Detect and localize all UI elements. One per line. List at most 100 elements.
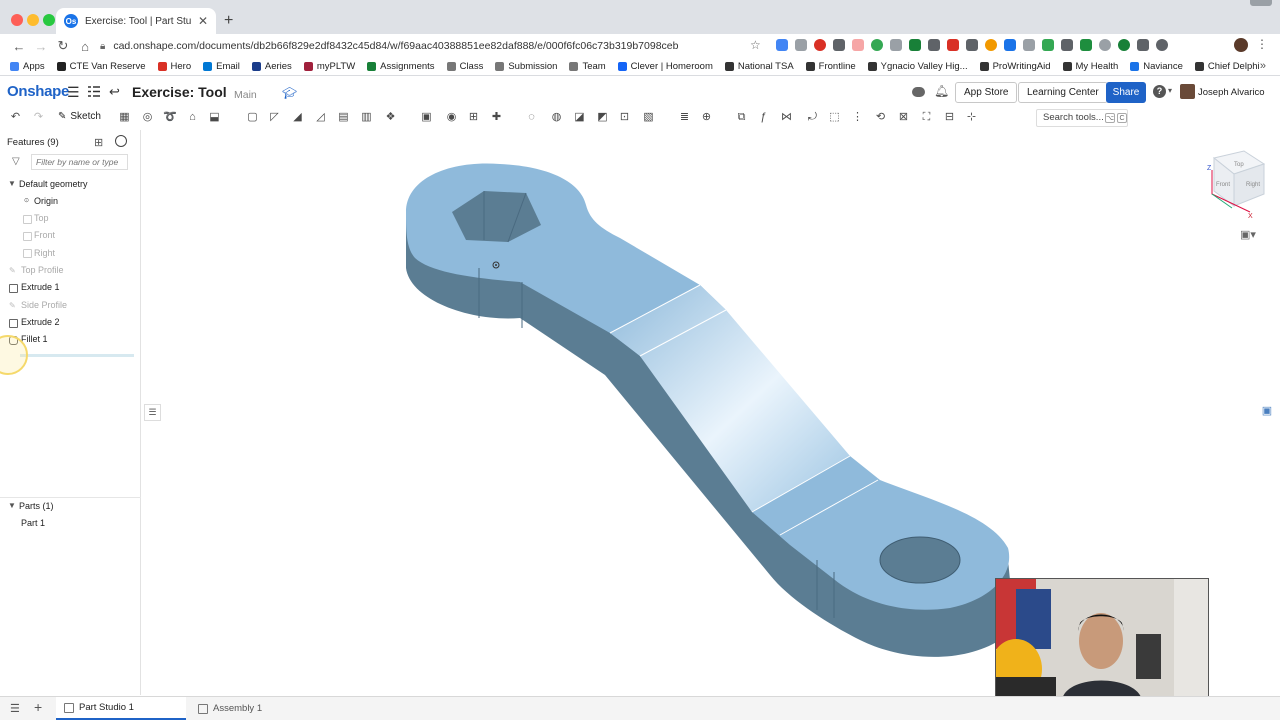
toolbar-tool-icon[interactable]: ◢ bbox=[291, 111, 304, 124]
app-store-button[interactable]: App Store bbox=[955, 82, 1018, 103]
extension-icon[interactable] bbox=[966, 39, 978, 51]
reload-icon[interactable]: ↻ bbox=[52, 38, 74, 54]
toolbar-tool-icon[interactable]: ◉ bbox=[445, 111, 458, 124]
extension-icon[interactable] bbox=[776, 39, 788, 51]
extension-icon[interactable] bbox=[909, 39, 921, 51]
bookmark-item[interactable]: National TSA bbox=[724, 61, 794, 72]
document-menu-icon[interactable]: ☰ bbox=[67, 84, 80, 101]
toolbar-tool-icon[interactable]: ⌂ bbox=[186, 111, 199, 124]
bookmark-item[interactable]: Apps bbox=[10, 61, 45, 72]
extension-icon[interactable] bbox=[814, 39, 826, 51]
add-folder-icon[interactable]: ⊞ bbox=[94, 136, 103, 149]
toolbar-tool-icon[interactable]: ⋈ bbox=[780, 111, 793, 124]
toolbar-tool-icon[interactable]: ⊕ bbox=[700, 111, 713, 124]
toolbar-tool-icon[interactable]: ◌ bbox=[525, 111, 538, 124]
bookmark-item[interactable]: Frontline bbox=[805, 61, 856, 72]
tab-assembly[interactable]: Assembly 1 bbox=[190, 697, 320, 720]
extension-icon[interactable] bbox=[1080, 39, 1092, 51]
redo-icon[interactable]: ↷ bbox=[32, 111, 45, 124]
bookmark-item[interactable]: Email bbox=[203, 61, 240, 72]
toolbar-tool-icon[interactable]: ◍ bbox=[550, 111, 563, 124]
toolbar-tool-icon[interactable]: ⋮ bbox=[851, 111, 864, 124]
toolbar-tool-icon[interactable]: ✚ bbox=[490, 111, 503, 124]
extension-icon[interactable] bbox=[833, 39, 845, 51]
toolbar-tool-icon[interactable]: ▢ bbox=[246, 111, 259, 124]
toolbar-tool-icon[interactable]: ⊞ bbox=[467, 111, 480, 124]
chevron-down-icon[interactable]: ▼ bbox=[8, 501, 16, 510]
browser-tab[interactable]: Os Exercise: Tool | Part Studio 1 ✕ bbox=[56, 8, 216, 34]
toolbar-tool-icon[interactable]: ⟲ bbox=[874, 111, 887, 124]
tab-list-icon[interactable]: ☰ bbox=[10, 702, 20, 715]
toolbar-tool-icon[interactable]: ◩ bbox=[596, 111, 609, 124]
extension-icon[interactable] bbox=[1156, 39, 1168, 51]
versions-icon[interactable]: ↩ bbox=[109, 84, 120, 100]
document-title[interactable]: Exercise: Tool bbox=[132, 84, 227, 100]
toolbar-tool-icon[interactable]: ⬚ bbox=[828, 111, 841, 124]
bookmark-item[interactable]: Naviance bbox=[1130, 61, 1183, 72]
part-item[interactable]: Part 1 bbox=[21, 518, 45, 528]
tasks-icon[interactable] bbox=[87, 85, 101, 98]
toolbar-tool-icon[interactable]: ⊡ bbox=[618, 111, 631, 124]
toolbar-tool-icon[interactable]: ❖ bbox=[384, 111, 397, 124]
toolbar-tool-icon[interactable]: ◎ bbox=[141, 111, 154, 124]
extension-icon[interactable] bbox=[1099, 39, 1111, 51]
extension-icon[interactable] bbox=[985, 39, 997, 51]
history-icon[interactable] bbox=[115, 135, 127, 147]
extension-icon[interactable] bbox=[1042, 39, 1054, 51]
toolbar-tool-icon[interactable]: ▤ bbox=[337, 111, 350, 124]
address-bar[interactable]: 🔒︎ cad.onshape.com/documents/db2b66f829e… bbox=[100, 36, 770, 56]
tab-part-studio[interactable]: Part Studio 1 bbox=[56, 697, 186, 720]
view-mode-icon[interactable]: ▣▾ bbox=[1240, 228, 1256, 241]
toolbar-tool-icon[interactable]: ≣ bbox=[678, 111, 691, 124]
bookmark-item[interactable]: Aeries bbox=[251, 61, 292, 72]
help-icon[interactable]: ? bbox=[1153, 85, 1166, 98]
toolbar-tool-icon[interactable]: ⬓ bbox=[208, 111, 221, 124]
share-button[interactable]: Share bbox=[1106, 82, 1146, 103]
toolbar-tool-icon[interactable]: ◿ bbox=[314, 111, 327, 124]
panel-toggle-icon[interactable]: ☰ bbox=[144, 404, 161, 421]
close-window-button[interactable] bbox=[11, 14, 23, 26]
bookmark-item[interactable]: myPLTW bbox=[303, 61, 355, 72]
bookmark-item[interactable]: My Health bbox=[1062, 61, 1118, 72]
tab-close-icon[interactable]: ✕ bbox=[198, 14, 208, 28]
feature-side-profile[interactable]: Side Profile bbox=[21, 300, 67, 310]
extension-icon[interactable] bbox=[947, 39, 959, 51]
browser-menu-icon[interactable]: ⋮ bbox=[1256, 37, 1268, 51]
default-geometry-folder[interactable]: Default geometry bbox=[19, 179, 88, 189]
bookmark-item[interactable]: Chief Delphi bbox=[1194, 61, 1260, 72]
bookmark-item[interactable]: Ygnacio Valley Hig... bbox=[867, 61, 968, 72]
toolbar-tool-icon[interactable]: ▦ bbox=[118, 111, 131, 124]
extension-icon[interactable] bbox=[1023, 39, 1035, 51]
feature-origin[interactable]: Origin bbox=[34, 196, 58, 206]
toolbar-tool-icon[interactable]: ⧉ bbox=[735, 111, 748, 124]
extension-icon[interactable] bbox=[795, 39, 807, 51]
toolbar-tool-icon[interactable]: ⊹ bbox=[965, 111, 978, 124]
feature-fillet-1[interactable]: Fillet 1 bbox=[21, 334, 48, 344]
forward-icon[interactable]: → bbox=[30, 39, 52, 54]
feature-right-plane[interactable]: Right bbox=[34, 248, 55, 258]
toolbar-tool-icon[interactable]: ◪ bbox=[573, 111, 586, 124]
toolbar-tool-icon[interactable]: ⛶ bbox=[920, 111, 933, 124]
extension-icon[interactable] bbox=[1061, 39, 1073, 51]
bookmark-item[interactable]: Hero bbox=[157, 61, 191, 72]
add-tab-icon[interactable]: + bbox=[34, 699, 42, 715]
bookmark-item[interactable]: Team bbox=[569, 61, 606, 72]
extension-icon[interactable] bbox=[1118, 39, 1130, 51]
search-tools-input[interactable]: Search tools... ⌥ C bbox=[1036, 109, 1128, 127]
learning-center-button[interactable]: Learning Center bbox=[1018, 82, 1108, 103]
toolbar-tool-icon[interactable]: ⊟ bbox=[943, 111, 956, 124]
feature-top-plane[interactable]: Top bbox=[34, 213, 49, 223]
rollback-bar[interactable] bbox=[20, 354, 134, 357]
view-cube[interactable]: Top Front Right Z X bbox=[1174, 146, 1274, 231]
workspace-name[interactable]: Main bbox=[234, 89, 257, 101]
extension-icon[interactable] bbox=[928, 39, 940, 51]
chevron-down-icon[interactable]: ▾ bbox=[1168, 86, 1172, 95]
toolbar-tool-icon[interactable]: ⤾ bbox=[806, 111, 819, 124]
toolbar-tool-icon[interactable]: ▧ bbox=[642, 111, 655, 124]
bookmark-item[interactable]: Clever | Homeroom bbox=[617, 61, 713, 72]
right-panel-icon[interactable]: ▣ bbox=[1260, 404, 1274, 418]
sketch-button[interactable]: ✎ Sketch bbox=[58, 111, 101, 122]
bookmark-item[interactable]: Assignments bbox=[367, 61, 435, 72]
bookmark-item[interactable]: ProWritingAid bbox=[979, 61, 1051, 72]
toolbar-tool-icon[interactable]: ➰ bbox=[163, 111, 177, 124]
